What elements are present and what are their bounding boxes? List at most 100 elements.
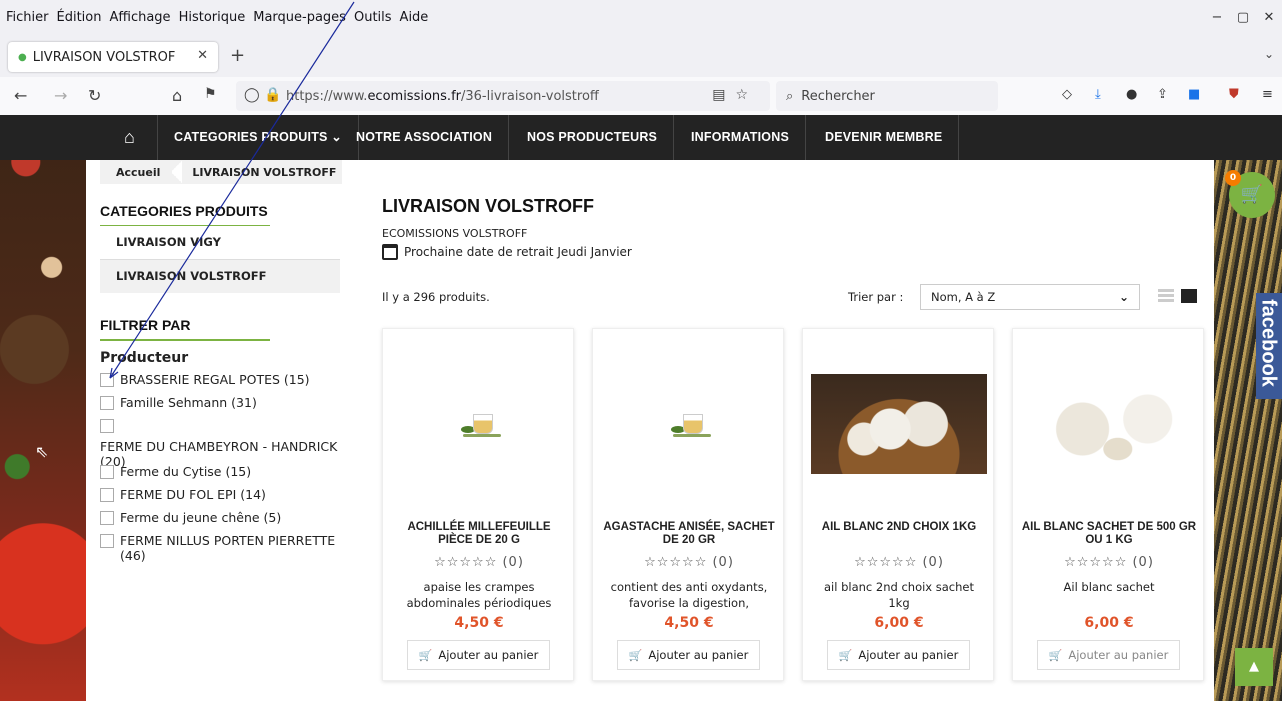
product-price: 6,00 €: [874, 615, 924, 631]
download-icon[interactable]: ⤓: [1095, 87, 1101, 102]
search-placeholder: Rechercher: [801, 88, 875, 104]
filter-option-label: FERME DU FOL EPI (14): [120, 487, 266, 502]
ublock-icon[interactable]: ⛊: [1229, 87, 1239, 102]
product-rating: ☆☆☆☆☆ (0): [854, 555, 944, 570]
filter-option[interactable]: FERME DU FOL EPI (14): [100, 487, 350, 510]
product-name[interactable]: AIL BLANC SACHET DE 500 GR OU 1 KG: [1021, 521, 1197, 547]
filter-option[interactable]: BRASSERIE REGAL POTES (15): [100, 372, 350, 395]
checkbox[interactable]: [100, 534, 114, 548]
home-icon[interactable]: ⌂: [172, 86, 182, 105]
menu-outils[interactable]: Outils: [354, 10, 392, 25]
menu-edition[interactable]: Édition: [57, 10, 102, 25]
checkbox[interactable]: [100, 419, 114, 433]
product-card[interactable]: AIL BLANC 2ND CHOIX 1KG ☆☆☆☆☆ (0) ail bl…: [802, 328, 994, 681]
restore-icon[interactable]: ▢: [1230, 10, 1256, 25]
sort-value: Nom, A à Z: [931, 290, 996, 304]
url-prefix: https://www.: [286, 88, 368, 104]
list-view-icon[interactable]: [1158, 289, 1174, 303]
menu-aide[interactable]: Aide: [400, 10, 429, 25]
sort-select[interactable]: Nom, A à Z ⌄: [920, 284, 1140, 310]
filter-title-text: FILTRER PAR: [100, 317, 191, 333]
browser-tab[interactable]: ● LIVRAISON VOLSTROF ✕: [8, 42, 218, 72]
add-to-cart-button[interactable]: 🛒 Ajouter au panier: [1037, 640, 1180, 670]
tab-close-icon[interactable]: ✕: [197, 48, 208, 63]
product-card[interactable]: AGASTACHE ANISÉE, SACHET DE 20 GR ☆☆☆☆☆ …: [592, 328, 784, 681]
facebook-label: facebook: [1257, 299, 1280, 387]
pickup-date: Prochaine date de retrait Jeudi Janvier: [382, 244, 632, 260]
filter-option[interactable]: FERME NILLUS PORTEN PIERRETTE (46): [100, 533, 350, 563]
extension-icon[interactable]: ■: [1188, 87, 1200, 102]
list-tabs-icon[interactable]: ⌄: [1264, 47, 1274, 61]
add-to-cart-button[interactable]: 🛒 Ajouter au panier: [617, 640, 760, 670]
facebook-tab[interactable]: facebook: [1256, 293, 1282, 399]
product-name[interactable]: AGASTACHE ANISÉE, SACHET DE 20 GR: [601, 521, 777, 547]
filter-option[interactable]: FERME DU CHAMBEYRON - HANDRICK (20): [100, 418, 350, 469]
breadcrumb-current[interactable]: LIVRAISON VOLSTROFF: [182, 166, 336, 179]
favicon-icon: ●: [18, 51, 27, 63]
share-icon[interactable]: ⇪: [1157, 87, 1168, 102]
category-livraison-vigy[interactable]: LIVRAISON VIGY: [100, 226, 340, 259]
url-bar[interactable]: ◯ 🔒 https://www. ecomissions.fr /36-livr…: [236, 81, 770, 111]
category-livraison-volstroff[interactable]: LIVRAISON VOLSTROFF: [100, 260, 340, 293]
cart-icon: 🛒: [628, 648, 643, 662]
filter-option[interactable]: Famille Sehmann (31): [100, 395, 350, 418]
add-to-cart-button[interactable]: 🛒 Ajouter au panier: [407, 640, 550, 670]
checkbox[interactable]: [100, 511, 114, 525]
product-card[interactable]: AIL BLANC SACHET DE 500 GR OU 1 KG ☆☆☆☆☆…: [1012, 328, 1204, 681]
url-path: /36-livraison-volstroff: [461, 88, 599, 104]
reader-star-icon[interactable]: ▤☆: [712, 87, 758, 103]
tab-title: LIVRAISON VOLSTROF: [32, 49, 176, 65]
new-tab-icon[interactable]: +: [230, 45, 245, 66]
add-to-cart-button[interactable]: 🛒 Ajouter au panier: [827, 640, 970, 670]
nav-home-icon[interactable]: ⌂: [102, 115, 158, 160]
nav-informations[interactable]: INFORMATIONS: [675, 115, 806, 160]
window-controls: − ▢ ✕: [1204, 0, 1282, 35]
menu-marque-pages[interactable]: Marque-pages: [253, 10, 346, 25]
menu-fichier[interactable]: Fichier: [6, 10, 49, 25]
browser-search[interactable]: ⌕ Rechercher: [776, 81, 998, 111]
title-underline: [100, 339, 270, 341]
tea-cup-image: [671, 412, 711, 437]
product-image[interactable]: [1021, 374, 1197, 474]
grid-view-icon[interactable]: [1181, 289, 1197, 303]
url-domain: ecomissions.fr: [367, 88, 461, 104]
checkbox[interactable]: [100, 396, 114, 410]
product-card[interactable]: ACHILLÉE MILLEFEUILLE PIÈCE DE 20 G ☆☆☆☆…: [382, 328, 574, 681]
minimize-icon[interactable]: −: [1204, 10, 1230, 25]
filter-option[interactable]: Ferme du jeune chêne (5): [100, 510, 350, 533]
add-to-cart-label: Ajouter au panier: [648, 648, 749, 662]
product-image[interactable]: [601, 374, 777, 474]
close-window-icon[interactable]: ✕: [1256, 10, 1282, 25]
pocket-icon[interactable]: ◇: [1062, 87, 1072, 102]
product-image[interactable]: [811, 374, 987, 474]
filter-option-label: FERME NILLUS PORTEN PIERRETTE (46): [120, 533, 336, 563]
menu-affichage[interactable]: Affichage: [109, 10, 170, 25]
breadcrumb-home[interactable]: Accueil: [100, 166, 172, 179]
checkbox[interactable]: [100, 373, 114, 387]
checkbox[interactable]: [100, 488, 114, 502]
main-content: Accueil LIVRAISON VOLSTROFF CATEGORIES P…: [86, 160, 1214, 701]
product-name[interactable]: ACHILLÉE MILLEFEUILLE PIÈCE DE 20 G: [391, 521, 567, 547]
store-name: ECOMISSIONS VOLSTROFF: [382, 227, 528, 240]
checkbox[interactable]: [100, 465, 114, 479]
back-icon[interactable]: ←: [14, 86, 27, 105]
reload-icon[interactable]: ↻: [88, 86, 101, 105]
product-description: Ail blanc sachet: [1063, 580, 1155, 594]
bookmark-page-icon[interactable]: ⚑: [204, 86, 217, 102]
filter-option-label: Ferme du Cytise (15): [120, 464, 252, 479]
forward-icon[interactable]: →: [54, 86, 67, 105]
menu-historique[interactable]: Historique: [179, 10, 246, 25]
product-image[interactable]: [391, 374, 567, 474]
garlic-image: [1021, 374, 1197, 474]
nav-association[interactable]: NOTRE ASSOCIATION: [340, 115, 510, 160]
product-name[interactable]: AIL BLANC 2ND CHOIX 1KG: [811, 521, 987, 534]
nav-devenir-membre[interactable]: DEVENIR MEMBRE: [809, 115, 960, 160]
garlic-bowl-image: [811, 374, 987, 474]
product-rating: ☆☆☆☆☆ (0): [644, 555, 734, 570]
nav-categories[interactable]: CATEGORIES PRODUITS ⌄: [158, 115, 359, 160]
scroll-to-top-button[interactable]: ▲: [1235, 648, 1273, 686]
nav-producteurs[interactable]: NOS PRODUCTEURS: [511, 115, 675, 160]
extension-f-icon[interactable]: ●: [1126, 87, 1137, 102]
product-rating: ☆☆☆☆☆ (0): [1064, 555, 1154, 570]
hamburger-menu-icon[interactable]: ≡: [1262, 87, 1273, 102]
